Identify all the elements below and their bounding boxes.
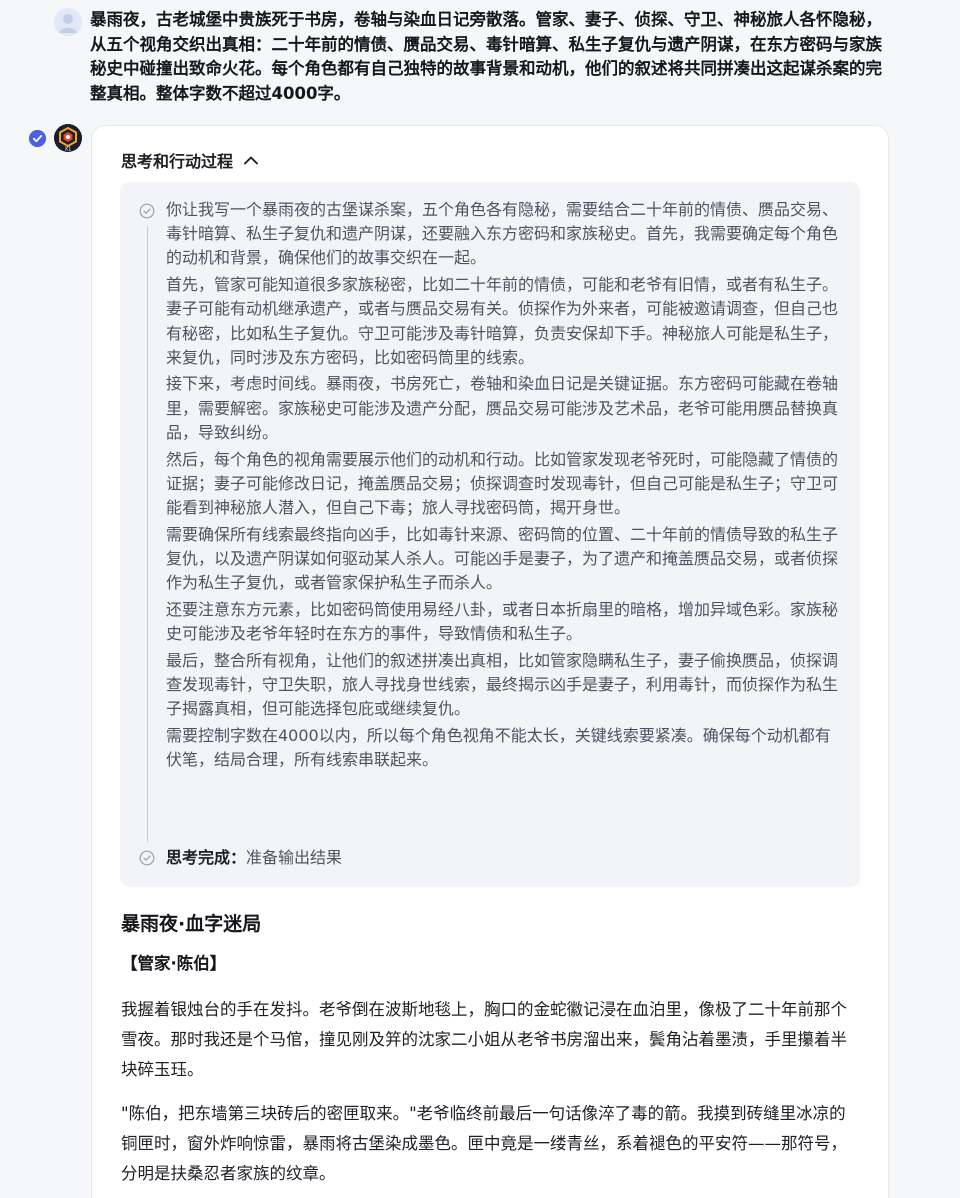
thinking-step: 需要确保所有线索最终指向凶手，比如毒针来源、密码筒的位置、二十年前的情债导致的私…: [166, 524, 839, 593]
check-circle-icon: [29, 130, 46, 147]
thinking-step: 首先，管家可能知道很多家族秘密，比如二十年前的情债，可能和老爷有旧情，或者有私生…: [166, 275, 839, 367]
check-circle-outline-icon: [139, 850, 155, 866]
answer-paragraph: "陈伯，把东墙第三块砖后的密匣取来。"老爷临终前最后一句话像淬了毒的箭。我摸到砖…: [121, 1104, 847, 1183]
x1-logo-icon: X1: [54, 124, 82, 152]
user-avatar-icon: [54, 8, 82, 36]
thinking-step: 然后，每个角色的视角需要展示他们的动机和行动。比如管家发现老爷死时，可能隐藏了情…: [166, 449, 839, 517]
answer-paragraph: 我握着银烛台的手在发抖。老爷倒在波斯地毯上，胸口的金蛇徽记浸在血泊里，像极了二十…: [121, 1000, 847, 1079]
thinking-done-status: 思考完成：准备输出结果: [166, 846, 342, 870]
answer-title: 暴雨夜·血字迷局: [121, 913, 262, 935]
thinking-step: 还要注意东方元素，比如密码筒使用易经八卦，或者日本折扇里的暗格，增加异域色彩。家…: [166, 599, 839, 643]
check-circle-outline-icon: [139, 203, 155, 219]
thinking-step: 接下来，考虑时间线。暴雨夜，书房死亡，卷轴和染血日记是关键证据。东方密码可能藏在…: [166, 374, 839, 442]
thinking-done-text: 准备输出结果: [246, 848, 343, 867]
thinking-toggle[interactable]: 思考和行动过程: [121, 148, 259, 172]
answer-section-heading: 【管家·陈伯】: [121, 954, 227, 973]
thinking-step: 你让我写一个暴雨夜的古堡谋杀案，五个角色各有隐秘，需要结合二十年前的情债、赝品交…: [166, 200, 839, 268]
thinking-timeline-line: [146, 226, 148, 842]
thinking-step: 最后，整合所有视角，让他们的叙述拼凑出真相，比如管家隐瞒私生子，妻子偷换赝品，侦…: [166, 650, 839, 719]
answer-content: 暴雨夜·血字迷局 【管家·陈伯】 我握着银烛台的手在发抖。老爷倒在波斯地毯上，胸…: [121, 910, 857, 1198]
chat-page: 暴雨夜，古老城堡中贵族死于书房，卷轴与染血日记旁散落。管家、妻子、侦探、守卫、神…: [0, 0, 960, 1198]
thinking-title: 思考和行动过程: [121, 152, 234, 171]
thinking-done-label: 思考完成：: [166, 848, 247, 867]
chevron-up-icon[interactable]: [243, 154, 259, 166]
thinking-steps: 你让我写一个暴雨夜的古堡谋杀案，五个角色各有隐秘，需要结合二十年前的情债、赝品交…: [166, 198, 842, 775]
thinking-step: 需要控制字数在4000以内，所以每个角色视角不能太长，关键线索要紧凑。确保每个动…: [166, 725, 831, 769]
user-message-text: 暴雨夜，古老城堡中贵族死于书房，卷轴与染血日记旁散落。管家、妻子、侦探、守卫、神…: [90, 10, 882, 103]
bot-avatar-label: X1: [65, 147, 72, 152]
